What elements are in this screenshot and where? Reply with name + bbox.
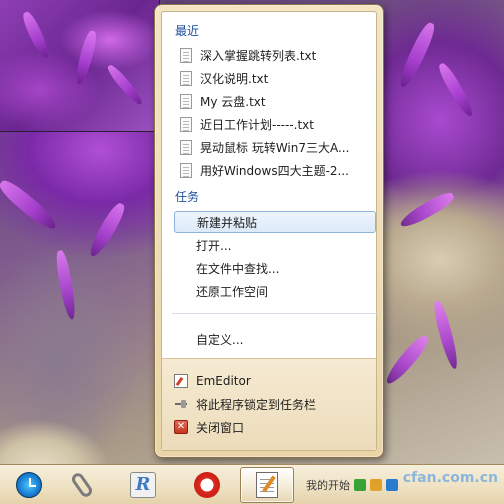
task-open[interactable]: 打开... <box>174 234 376 256</box>
jump-list-menu: 最近 深入掌握跳转列表.txt 汉化说明.txt My 云盘.txt 近日工作计… <box>154 4 384 458</box>
footer-item-label: EmEditor <box>196 374 251 388</box>
paperclip-icon <box>69 470 95 500</box>
recent-item[interactable]: 用好Windows四大主题-2... <box>174 159 376 181</box>
task-item-label: 新建并粘贴 <box>197 215 258 230</box>
customize-item[interactable]: 自定义... <box>174 328 376 350</box>
text-document-icon <box>180 116 192 132</box>
close-window-icon: ✕ <box>174 420 188 434</box>
recent-item-label: 用好Windows四大主题-2... <box>200 163 349 178</box>
wallpaper-petal <box>73 29 99 86</box>
tasks-section-title: 任务 <box>175 190 200 204</box>
recent-item-label: 近日工作计划-----.txt <box>200 117 314 132</box>
recent-item[interactable]: 近日工作计划-----.txt <box>174 113 376 135</box>
task-item-label: 在文件中查找... <box>196 261 280 276</box>
wallpaper-petal <box>395 20 439 90</box>
wallpaper-petal <box>105 62 145 108</box>
recent-item[interactable]: 晃动鼠标 玩转Win7三大A... <box>174 136 376 158</box>
recent-item[interactable]: 深入掌握跳转列表.txt <box>174 44 376 66</box>
menu-divider <box>172 313 378 314</box>
emeditor-notepad-icon <box>256 472 278 498</box>
wallpaper-petal <box>397 188 457 232</box>
text-document-icon <box>180 93 192 109</box>
wallpaper-petal <box>85 200 129 260</box>
wallpaper-inset <box>0 0 160 132</box>
wallpaper-petal <box>431 299 461 371</box>
recent-item-label: 深入掌握跳转列表.txt <box>200 48 317 63</box>
recent-item-label: 晃动鼠标 玩转Win7三大A... <box>200 140 350 155</box>
watermark: cfan.com.cn <box>402 470 498 486</box>
r-app-icon: R <box>130 472 156 498</box>
clock-icon <box>16 472 42 498</box>
recent-section-title: 最近 <box>175 24 200 38</box>
pin-icon <box>174 397 188 411</box>
wallpaper-petal <box>435 61 477 119</box>
text-document-icon <box>180 47 192 63</box>
footer-item-label: 将此程序锁定到任务栏 <box>196 397 317 412</box>
taskbar-r-app-button[interactable]: R <box>116 467 170 503</box>
taskbar-paperclip-app-button[interactable] <box>52 467 106 503</box>
text-document-icon <box>180 162 192 178</box>
taskbar-emeditor-button[interactable] <box>240 467 294 503</box>
pin-to-taskbar-item[interactable]: 将此程序锁定到任务栏 <box>168 393 370 415</box>
jump-list-footer: EmEditor 将此程序锁定到任务栏 ✕ 关闭窗口 <box>162 358 376 450</box>
network-icon[interactable] <box>354 479 366 491</box>
emeditor-icon <box>174 374 188 388</box>
task-item-label: 还原工作空间 <box>196 284 269 299</box>
task-item-label: 打开... <box>196 238 232 253</box>
recent-item[interactable]: 汉化说明.txt <box>174 67 376 89</box>
volume-icon[interactable] <box>370 479 382 491</box>
task-restore-workspace[interactable]: 还原工作空间 <box>174 280 376 302</box>
notification-icon[interactable] <box>386 479 398 491</box>
taskbar-clock-app-button[interactable] <box>2 467 56 503</box>
footer-item-label: 关闭窗口 <box>196 420 245 435</box>
text-document-icon <box>180 139 192 155</box>
taskbar: R 我的开始 cfan.com.cn <box>0 464 504 504</box>
recent-item-label: My 云盘.txt <box>200 94 266 109</box>
wallpaper-petal <box>0 176 60 234</box>
jump-list-panel: 最近 深入掌握跳转列表.txt 汉化说明.txt My 云盘.txt 近日工作计… <box>161 11 378 451</box>
recent-item-label: 汉化说明.txt <box>200 71 269 86</box>
wallpaper-petal <box>19 9 53 61</box>
close-window-item[interactable]: ✕ 关闭窗口 <box>168 416 370 438</box>
wallpaper-petal <box>382 332 432 388</box>
customize-item-label: 自定义... <box>196 332 244 347</box>
recent-item[interactable]: My 云盘.txt <box>174 90 376 112</box>
wallpaper-petal <box>54 249 78 321</box>
red-fox-app-icon <box>194 472 220 498</box>
text-document-icon <box>180 70 192 86</box>
task-new-and-paste[interactable]: 新建并粘贴 <box>174 211 376 233</box>
taskbar-red-fox-app-button[interactable] <box>180 467 234 503</box>
open-emeditor-item[interactable]: EmEditor <box>168 370 370 392</box>
task-find-in-files[interactable]: 在文件中查找... <box>174 257 376 279</box>
tray-text: 我的开始 <box>306 479 350 492</box>
